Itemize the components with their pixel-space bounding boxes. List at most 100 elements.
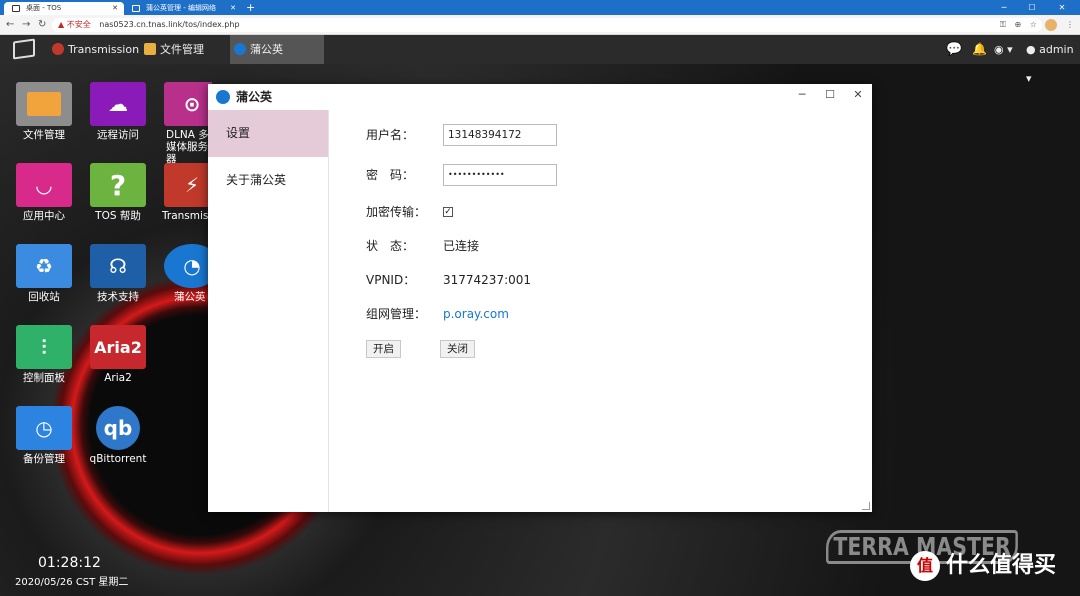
taskbar-item-transmission[interactable]: Transmission	[48, 35, 139, 64]
window-close-icon[interactable]: ✕	[849, 86, 867, 104]
aria2-icon: Aria2	[90, 325, 146, 369]
desktop-icon-transmission[interactable]: ⚡ Transmission	[156, 163, 208, 222]
url-input[interactable]: ▲ 不安全 nas0523.cn.tnas.link/tos/index.php	[52, 18, 1042, 32]
username-field[interactable]: 13148394172	[443, 124, 557, 146]
start-button[interactable]: 开启	[366, 340, 401, 358]
question-icon: ?	[90, 163, 146, 207]
network-row: 组网管理： p.oray.com	[366, 303, 509, 325]
pgy-icon	[234, 43, 246, 55]
transmission-icon: ⚡	[164, 163, 208, 207]
taskbar-item-file-manager[interactable]: 文件管理	[140, 35, 214, 64]
sidebar-item-settings[interactable]: 设置	[208, 110, 328, 157]
window-sidebar: 设置 关于蒲公英	[208, 110, 329, 512]
forward-icon[interactable]: →	[22, 18, 30, 32]
desktop-icon-tech-support[interactable]: ☊ 技术支持	[82, 244, 154, 303]
window-maximize-icon[interactable]: ☐	[821, 86, 839, 104]
tos-logo-icon[interactable]	[13, 38, 35, 60]
username-label: 用户名：	[366, 128, 415, 142]
warning-icon: ▲	[58, 20, 65, 29]
bookmark-star-icon[interactable]: ☆	[1030, 20, 1037, 29]
taskbar-label: Transmission	[68, 43, 140, 56]
reload-icon[interactable]: ↻	[38, 18, 46, 32]
user-name: admin	[1039, 43, 1074, 56]
icon-label: 远程访问	[97, 129, 139, 141]
encrypt-checkbox[interactable]: ✓	[443, 207, 453, 217]
chat-icon[interactable]: 💬	[946, 35, 962, 64]
action-buttons: 开启 关闭	[366, 340, 566, 362]
status-label: 状 态：	[366, 239, 415, 253]
browser-tab-pgy[interactable]: 蒲公英管理 - 编辑网络 ✕	[124, 2, 242, 15]
status-row: 状 态： 已连接	[366, 235, 479, 257]
zoom-icon[interactable]: ⊕	[1014, 20, 1021, 29]
globe-icon[interactable]: ◉ ▾	[994, 35, 1013, 64]
close-tab-icon[interactable]: ✕	[112, 2, 118, 15]
vpnid-row: VPNID： 31774237:001	[366, 269, 531, 291]
icon-label: 备份管理	[23, 453, 65, 465]
taskbar-item-pgy[interactable]: 蒲公英	[230, 35, 324, 64]
network-link[interactable]: p.oray.com	[443, 303, 509, 325]
desktop-icon-tos-help[interactable]: ? TOS 帮助	[82, 163, 154, 222]
icon-label: 技术支持	[97, 291, 139, 303]
browser-toolbar: ⚿ ⊕ ☆ ⋮	[994, 18, 1074, 32]
browser-tab-bar: 桌面 - TOS ✕ 蒲公英管理 - 编辑网络 ✕ + ─ ☐ ✕	[0, 0, 1080, 15]
maximize-icon[interactable]: ☐	[1018, 0, 1046, 15]
desktop-icon-dlna[interactable]: ⊙ DLNA 多媒体服务器	[156, 82, 212, 165]
transmission-icon	[52, 43, 64, 55]
menu-icon[interactable]: ⋮	[1066, 20, 1074, 29]
vpnid-label: VPNID：	[366, 273, 416, 287]
cloud-icon: ☁	[90, 82, 146, 126]
watermark-logo-icon: 值	[910, 551, 940, 581]
watermark-text: 什么值得买	[946, 553, 1057, 578]
sidebar-item-about[interactable]: 关于蒲公英	[208, 157, 328, 204]
icon-label: 蒲公英	[174, 291, 206, 303]
dlna-icon: ⊙	[164, 82, 212, 126]
window-title: 蒲公英	[236, 90, 273, 104]
icon-label: Aria2	[104, 372, 132, 384]
folder-icon	[144, 43, 156, 55]
password-row: 密 码： ••••••••••••	[366, 164, 557, 186]
key-icon[interactable]: ⚿	[1000, 20, 1006, 29]
minimize-icon[interactable]: ─	[990, 0, 1018, 15]
encrypt-label: 加密传输：	[366, 205, 427, 219]
encrypt-row: 加密传输： ✓	[366, 201, 453, 223]
desktop-icon-pgy[interactable]: ◔ 蒲公英	[156, 244, 208, 303]
password-label: 密 码：	[366, 168, 415, 182]
vpnid-value: 31774237:001	[443, 273, 532, 287]
address-bar: ← → ↻ ▲ 不安全 nas0523.cn.tnas.link/tos/ind…	[0, 15, 1080, 35]
clock-icon: ◷	[16, 406, 72, 450]
desktop-icon-file-manager[interactable]: 文件管理	[8, 82, 80, 141]
watermark: 值什么值得买	[910, 547, 1056, 581]
status-value: 已连接	[443, 239, 480, 253]
page-icon	[12, 5, 20, 12]
desktop-icon-recycle-bin[interactable]: ♻ 回收站	[8, 244, 80, 303]
taskbar-label: 蒲公英	[250, 43, 283, 56]
desktop-icon-backup[interactable]: ◷ 备份管理	[8, 406, 80, 465]
new-tab-icon[interactable]: +	[246, 1, 255, 14]
insecure-label: 不安全	[66, 20, 91, 29]
desktop-icon-qbittorrent[interactable]: qb qBittorrent	[82, 406, 154, 465]
window-minimize-icon[interactable]: ─	[793, 86, 811, 104]
profile-avatar[interactable]	[1045, 18, 1058, 31]
user-menu[interactable]: ● admin ▾	[1026, 35, 1080, 85]
stop-button[interactable]: 关闭	[440, 340, 475, 358]
desktop-icon-control-panel[interactable]: ⫶ 控制面板	[8, 325, 80, 384]
settings-panel: 用户名： 13148394172 密 码： •••••••••••• 加密传输：…	[330, 110, 872, 512]
desktop-icon-remote-access[interactable]: ☁ 远程访问	[82, 82, 154, 141]
resize-handle[interactable]	[862, 502, 870, 510]
back-icon[interactable]: ←	[6, 18, 14, 32]
icon-label: TOS 帮助	[95, 210, 141, 222]
folder-icon	[16, 82, 72, 126]
close-tab-icon[interactable]: ✕	[230, 2, 236, 15]
password-field[interactable]: ••••••••••••	[443, 164, 557, 186]
icon-label: 文件管理	[23, 129, 65, 141]
close-icon[interactable]: ✕	[1048, 0, 1076, 15]
user-icon: ●	[1026, 43, 1036, 56]
browser-tab-desktop[interactable]: 桌面 - TOS ✕	[4, 2, 124, 15]
window-titlebar[interactable]: 蒲公英 ─ ☐ ✕	[208, 84, 872, 110]
desktop-icon-app-center[interactable]: ◡ 应用中心	[8, 163, 80, 222]
desktop-icon-aria2[interactable]: Aria2 Aria2	[82, 325, 154, 384]
sliders-icon: ⫶	[16, 325, 72, 369]
bell-icon[interactable]: 🔔	[972, 35, 987, 64]
url-text: nas0523.cn.tnas.link/tos/index.php	[99, 20, 240, 29]
icon-label: 应用中心	[23, 210, 65, 222]
